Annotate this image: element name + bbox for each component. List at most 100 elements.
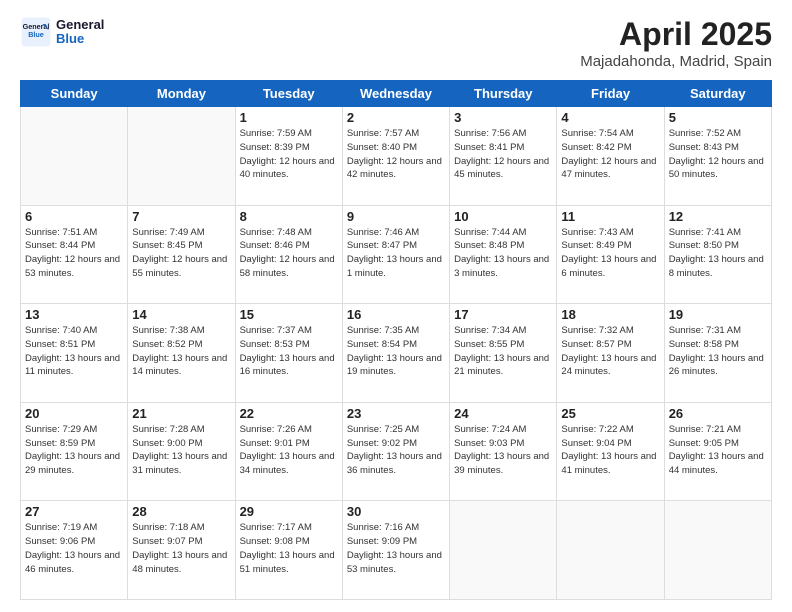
header: General Blue General Blue April 2025 Maj… bbox=[20, 16, 772, 70]
calendar-cell bbox=[450, 501, 557, 600]
day-number: 16 bbox=[347, 307, 445, 322]
day-info: Sunrise: 7:49 AM Sunset: 8:45 PM Dayligh… bbox=[132, 226, 230, 281]
calendar-cell: 20 Sunrise: 7:29 AM Sunset: 8:59 PM Dayli… bbox=[21, 402, 128, 501]
calendar-cell: 23Sunrise: 7:25 AM Sunset: 9:02 PM Dayli… bbox=[342, 402, 449, 501]
day-number: 19 bbox=[669, 307, 767, 322]
calendar-header-sunday: Sunday bbox=[21, 81, 128, 107]
calendar-cell: 18 Sunrise: 7:32 AM Sunset: 8:57 PM Dayli… bbox=[557, 304, 664, 403]
calendar-cell: 25 Sunrise: 7:22 AM Sunset: 9:04 PM Dayli… bbox=[557, 402, 664, 501]
day-number: 1 bbox=[240, 110, 338, 125]
day-info: Sunrise: 7:29 AM Sunset: 8:59 PM Dayligh… bbox=[25, 423, 123, 478]
day-number: 14 bbox=[132, 307, 230, 322]
day-number: 7 bbox=[132, 209, 230, 224]
calendar-cell: 9 Sunrise: 7:46 AM Sunset: 8:47 PM Daylig… bbox=[342, 205, 449, 304]
calendar-cell: 11Sunrise: 7:43 AM Sunset: 8:49 PM Dayli… bbox=[557, 205, 664, 304]
calendar-week-5: 27 Sunrise: 7:19 AM Sunset: 9:06 PM Dayli… bbox=[21, 501, 772, 600]
day-info: Sunrise: 7:40 AM Sunset: 8:51 PM Dayligh… bbox=[25, 324, 123, 379]
day-number: 26 bbox=[669, 406, 767, 421]
subtitle: Majadahonda, Madrid, Spain bbox=[580, 53, 772, 70]
day-info: Sunrise: 7:46 AM Sunset: 8:47 PM Dayligh… bbox=[347, 226, 445, 281]
day-number: 15 bbox=[240, 307, 338, 322]
day-info: Sunrise: 7:43 AM Sunset: 8:49 PM Dayligh… bbox=[561, 226, 659, 281]
calendar-week-1: 1 Sunrise: 7:59 AM Sunset: 8:39 PM Daylig… bbox=[21, 107, 772, 206]
title-block: April 2025 Majadahonda, Madrid, Spain bbox=[580, 16, 772, 70]
day-info: Sunrise: 7:31 AM Sunset: 8:58 PM Dayligh… bbox=[669, 324, 767, 379]
calendar-cell: 28 Sunrise: 7:18 AM Sunset: 9:07 PM Dayli… bbox=[128, 501, 235, 600]
day-number: 6 bbox=[25, 209, 123, 224]
day-number: 18 bbox=[561, 307, 659, 322]
calendar-week-3: 13 Sunrise: 7:40 AM Sunset: 8:51 PM Dayli… bbox=[21, 304, 772, 403]
day-info: Sunrise: 7:37 AM Sunset: 8:53 PM Dayligh… bbox=[240, 324, 338, 379]
day-info: Sunrise: 7:38 AM Sunset: 8:52 PM Dayligh… bbox=[132, 324, 230, 379]
day-number: 21 bbox=[132, 406, 230, 421]
logo: General Blue General Blue bbox=[20, 16, 104, 48]
calendar-cell: 24Sunrise: 7:24 AM Sunset: 9:03 PM Dayli… bbox=[450, 402, 557, 501]
logo-text-line2: Blue bbox=[56, 32, 104, 46]
day-number: 25 bbox=[561, 406, 659, 421]
calendar-header-thursday: Thursday bbox=[450, 81, 557, 107]
day-number: 30 bbox=[347, 504, 445, 519]
day-info: Sunrise: 7:41 AM Sunset: 8:50 PM Dayligh… bbox=[669, 226, 767, 281]
calendar-cell: 5Sunrise: 7:52 AM Sunset: 8:43 PM Daylig… bbox=[664, 107, 771, 206]
day-info: Sunrise: 7:59 AM Sunset: 8:39 PM Dayligh… bbox=[240, 127, 338, 182]
calendar-cell: 16Sunrise: 7:35 AM Sunset: 8:54 PM Dayli… bbox=[342, 304, 449, 403]
day-number: 28 bbox=[132, 504, 230, 519]
calendar-cell: 21 Sunrise: 7:28 AM Sunset: 9:00 PM Dayli… bbox=[128, 402, 235, 501]
calendar-cell: 1 Sunrise: 7:59 AM Sunset: 8:39 PM Daylig… bbox=[235, 107, 342, 206]
day-number: 3 bbox=[454, 110, 552, 125]
logo-icon: General Blue bbox=[20, 16, 52, 48]
calendar-week-2: 6Sunrise: 7:51 AM Sunset: 8:44 PM Daylig… bbox=[21, 205, 772, 304]
day-number: 5 bbox=[669, 110, 767, 125]
day-info: Sunrise: 7:18 AM Sunset: 9:07 PM Dayligh… bbox=[132, 521, 230, 576]
day-info: Sunrise: 7:56 AM Sunset: 8:41 PM Dayligh… bbox=[454, 127, 552, 182]
day-info: Sunrise: 7:16 AM Sunset: 9:09 PM Dayligh… bbox=[347, 521, 445, 576]
day-info: Sunrise: 7:26 AM Sunset: 9:01 PM Dayligh… bbox=[240, 423, 338, 478]
day-number: 13 bbox=[25, 307, 123, 322]
calendar-cell: 17 Sunrise: 7:34 AM Sunset: 8:55 PM Dayli… bbox=[450, 304, 557, 403]
calendar-week-4: 20 Sunrise: 7:29 AM Sunset: 8:59 PM Dayli… bbox=[21, 402, 772, 501]
calendar-cell: 26 Sunrise: 7:21 AM Sunset: 9:05 PM Dayli… bbox=[664, 402, 771, 501]
day-number: 10 bbox=[454, 209, 552, 224]
day-info: Sunrise: 7:22 AM Sunset: 9:04 PM Dayligh… bbox=[561, 423, 659, 478]
day-number: 9 bbox=[347, 209, 445, 224]
calendar-cell: 3 Sunrise: 7:56 AM Sunset: 8:41 PM Daylig… bbox=[450, 107, 557, 206]
day-info: Sunrise: 7:57 AM Sunset: 8:40 PM Dayligh… bbox=[347, 127, 445, 182]
calendar-cell: 6Sunrise: 7:51 AM Sunset: 8:44 PM Daylig… bbox=[21, 205, 128, 304]
day-info: Sunrise: 7:48 AM Sunset: 8:46 PM Dayligh… bbox=[240, 226, 338, 281]
calendar-header-monday: Monday bbox=[128, 81, 235, 107]
calendar-cell: 22 Sunrise: 7:26 AM Sunset: 9:01 PM Dayli… bbox=[235, 402, 342, 501]
calendar-header-friday: Friday bbox=[557, 81, 664, 107]
day-info: Sunrise: 7:17 AM Sunset: 9:08 PM Dayligh… bbox=[240, 521, 338, 576]
calendar-cell: 14 Sunrise: 7:38 AM Sunset: 8:52 PM Dayli… bbox=[128, 304, 235, 403]
day-number: 29 bbox=[240, 504, 338, 519]
day-info: Sunrise: 7:28 AM Sunset: 9:00 PM Dayligh… bbox=[132, 423, 230, 478]
calendar-cell bbox=[21, 107, 128, 206]
calendar-cell: 13 Sunrise: 7:40 AM Sunset: 8:51 PM Dayli… bbox=[21, 304, 128, 403]
day-info: Sunrise: 7:19 AM Sunset: 9:06 PM Dayligh… bbox=[25, 521, 123, 576]
calendar-cell: 15 Sunrise: 7:37 AM Sunset: 8:53 PM Dayli… bbox=[235, 304, 342, 403]
calendar-cell bbox=[128, 107, 235, 206]
page: General Blue General Blue April 2025 Maj… bbox=[0, 0, 792, 612]
calendar-header-tuesday: Tuesday bbox=[235, 81, 342, 107]
day-number: 20 bbox=[25, 406, 123, 421]
day-number: 12 bbox=[669, 209, 767, 224]
day-info: Sunrise: 7:34 AM Sunset: 8:55 PM Dayligh… bbox=[454, 324, 552, 379]
calendar-header-saturday: Saturday bbox=[664, 81, 771, 107]
calendar-cell bbox=[664, 501, 771, 600]
day-number: 8 bbox=[240, 209, 338, 224]
calendar-cell: 2Sunrise: 7:57 AM Sunset: 8:40 PM Daylig… bbox=[342, 107, 449, 206]
calendar-cell: 29 Sunrise: 7:17 AM Sunset: 9:08 PM Dayli… bbox=[235, 501, 342, 600]
day-info: Sunrise: 7:21 AM Sunset: 9:05 PM Dayligh… bbox=[669, 423, 767, 478]
calendar-cell bbox=[557, 501, 664, 600]
calendar-header-row: SundayMondayTuesdayWednesdayThursdayFrid… bbox=[21, 81, 772, 107]
calendar-cell: 8 Sunrise: 7:48 AM Sunset: 8:46 PM Daylig… bbox=[235, 205, 342, 304]
day-number: 22 bbox=[240, 406, 338, 421]
calendar-table: SundayMondayTuesdayWednesdayThursdayFrid… bbox=[20, 80, 772, 600]
calendar-cell: 30 Sunrise: 7:16 AM Sunset: 9:09 PM Dayli… bbox=[342, 501, 449, 600]
calendar-cell: 4Sunrise: 7:54 AM Sunset: 8:42 PM Daylig… bbox=[557, 107, 664, 206]
svg-text:Blue: Blue bbox=[28, 30, 44, 39]
day-number: 17 bbox=[454, 307, 552, 322]
day-number: 27 bbox=[25, 504, 123, 519]
day-info: Sunrise: 7:32 AM Sunset: 8:57 PM Dayligh… bbox=[561, 324, 659, 379]
day-info: Sunrise: 7:54 AM Sunset: 8:42 PM Dayligh… bbox=[561, 127, 659, 182]
